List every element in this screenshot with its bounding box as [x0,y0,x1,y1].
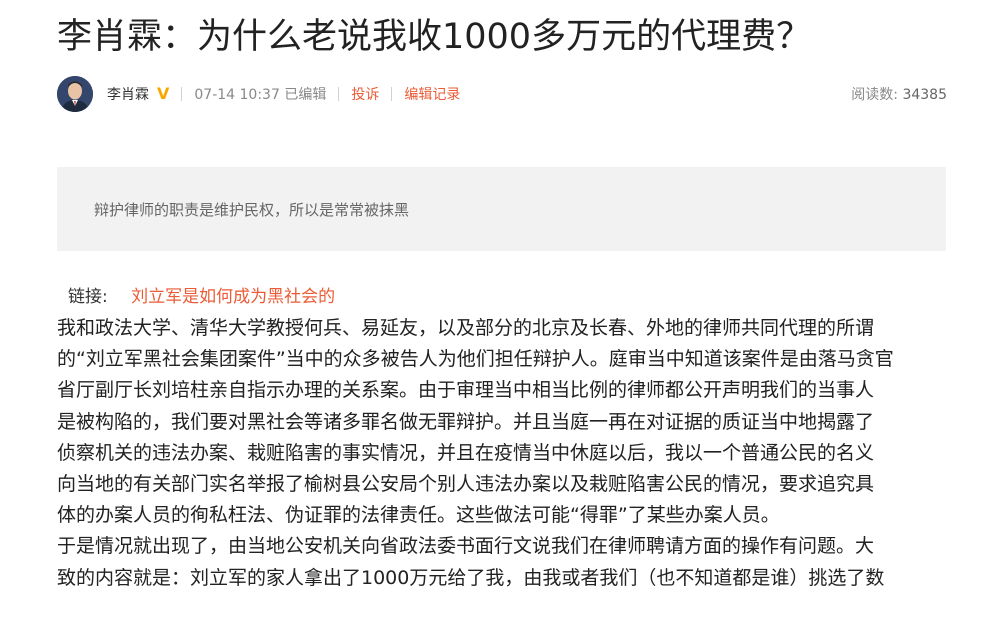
meta-divider [338,87,340,101]
body-line: 的“刘立军黑社会集团案件”当中的众多被告人为他们担任辩护人。庭审当中知道该案件是… [57,348,894,371]
body-line: 是被构陷的，我们要对黑社会等诸多罪名做无罪辩护。并且当庭一再在对证据的质证当中地… [57,410,875,433]
post-timestamp: 07-14 10:37 已编辑 [194,87,327,103]
body-line: 侦察机关的违法办案、栽赃陷害的事实情况，并且在疫情当中休庭以后，我以一个普通公民… [57,441,875,464]
body-line: 体的办案人员的徇私枉法、伪证罪的法律责任。这些做法可能“得罪”了某些办案人员。 [57,504,780,527]
related-link-line: 链接: 刘立军是如何成为黑社会的 [68,283,335,311]
author-name[interactable]: 李肖霖 [107,84,149,104]
related-article-link[interactable]: 刘立军是如何成为黑社会的 [131,287,335,307]
body-line: 省厅副厅长刘培柱亲自指示办理的关系案。由于审理当中相当比例的律师都公开声明我们的… [57,379,875,402]
article-body: 我和政法大学、清华大学教授何兵、易延友，以及部分的北京及长春、外地的律师共同代理… [57,313,957,594]
read-count: 阅读数: 34385 [851,84,947,104]
summary-text: 辩护律师的职责是维护民权，所以是常常被抹黑 [94,200,410,219]
read-count-label: 阅读数: [851,87,898,103]
read-count-value: 34385 [902,87,947,103]
meta-divider [391,87,393,101]
author-avatar[interactable] [57,76,93,112]
edit-history-link[interactable]: 编辑记录 [404,84,460,104]
body-line: 于是情况就出现了，由当地公安机关向省政法委书面行文说我们在律师聘请方面的操作有问… [57,535,875,558]
verified-badge-icon: V [157,84,170,103]
avatar-portrait-icon [57,76,93,112]
related-link-label: 链接: [68,287,108,307]
body-line: 我和政法大学、清华大学教授何兵、易延友，以及部分的北京及长春、外地的律师共同代理… [57,317,875,339]
article-meta-bar: 李肖霖 V 07-14 10:37 已编辑 投诉 编辑记录 阅读数: 34385 [57,74,947,114]
article-summary: 辩护律师的职责是维护民权，所以是常常被抹黑 [57,167,946,251]
report-link[interactable]: 投诉 [351,84,379,104]
body-line: 向当地的有关部门实名举报了榆树县公安局个别人违法办案以及栽赃陷害公民的情况，要求… [57,473,875,496]
meta-divider [181,87,183,101]
article-title: 李肖霖：为什么老说我收1000多万元的代理费？ [57,17,812,57]
body-line: 致的内容就是：刘立军的家人拿出了1000万元给了我，由我或者我们（也不知道都是谁… [57,566,885,589]
